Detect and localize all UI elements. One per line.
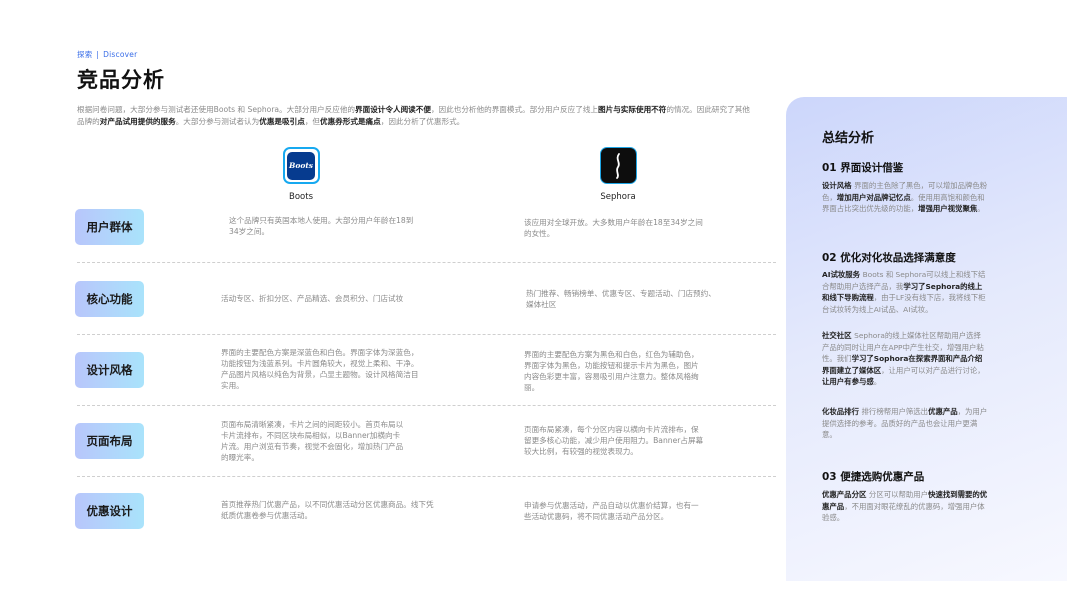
body-text: ，因此也分析他的界面模式。部分用户反应了线上 [430,105,599,114]
brand-sephora: Sephora [578,147,658,202]
page-title: 竞品分析 [77,68,165,92]
summary-heading-2: 02 优化对化妆品选择满意度 [822,252,956,264]
summary-paragraph: AI试妆服务 Boots 和 Sephora可以线上和线下结合帮助用户选择产品，… [822,269,988,315]
row-label-core-features: 核心功能 [75,281,144,317]
cell-sephora-page-layout: 页面布局紧凑，每个分区内容以横向卡片流排布，保 留更多核心功能，减少用户使用阻力。… [524,425,704,456]
body-text: 。大部分参与测试者认为 [175,117,260,126]
row-divider [77,476,776,477]
row-divider [77,405,776,406]
body-text: 分区可以帮助用户 [868,490,929,499]
summary-heading-3: 03 便捷选购优惠产品 [822,471,925,483]
highlight-text: 设计风格 [822,181,855,190]
brand-name-sephora: Sephora [600,192,636,202]
body-text: ，因此分析了优惠形式。 [380,117,465,126]
breadcrumb-separator: | [96,50,100,59]
sephora-logo-icon [599,147,637,184]
breadcrumb: 探索 | Discover [77,49,137,60]
highlight-text: 界面设计令人阅读不便 [355,105,431,114]
highlight-text: 增强用户视觉聚焦 [918,204,978,213]
highlight-text: 社交社区 [822,331,855,340]
row-label-user-group: 用户群体 [75,209,144,245]
highlight-text: 化妆品排行 [822,407,862,416]
cell-sephora-discount-design: 申请参与优惠活动，产品自动以优惠价结算，也有一 些活动优惠码，将不同优惠活动产品分… [524,501,699,521]
row-label-discount-design: 优惠设计 [75,493,144,529]
highlight-text: 优惠产品 [928,407,958,416]
cell-boots-discount-design: 首页推荐热门优惠产品，以不同优惠活动分区优惠商品。线下凭 纸质优惠卷参与优惠活动。 [221,500,434,520]
summary-paragraph: 优惠产品分区 分区可以帮助用户快速找到需要的优惠产品，不用面对眼花缭乱的优惠码，… [822,489,988,524]
body-text: 。 [873,377,882,386]
highlight-text: 优惠产品分区 [822,490,869,499]
body-text: ，让用户可以对产品进行讨论， [881,365,985,375]
row-label-page-layout: 页面布局 [75,423,144,459]
breadcrumb-en: Discover [103,50,138,59]
highlight-text: 对产品试用提供的服务 [99,117,176,126]
body-text: 。 [977,204,985,213]
cell-boots-design-style: 界面的主要配色方案是深蓝色和白色。界面字体为深蓝色， 功能按钮为浅蓝系列。卡片圆角… [221,348,419,390]
brand-boots: Boots Boots [261,147,341,202]
highlight-text: AI试妆服务 [822,270,863,279]
boots-logo-icon: Boots [282,147,320,184]
summary-paragraph: 化妆品排行 排行榜帮用户筛选出优惠产品，为用户提供选择的参考。品质好的产品也会让… [822,406,988,441]
highlight-text: 优惠券形式是痛点 [320,117,381,126]
highlight-text: 优惠是吸引点 [259,117,305,126]
highlight-text: 图片与实际使用不符 [598,105,667,114]
summary-title: 总结分析 [822,131,875,146]
body-text: ，但 [304,117,320,126]
cell-boots-page-layout: 页面布局清晰紧凑，卡片之间的间距较小。首页布局以 卡片流排布，不同区块布局相似，以… [221,420,404,462]
breadcrumb-cn: 探索 [77,50,93,59]
summary-heading-1: 01 界面设计借鉴 [822,162,904,174]
body-text: ，不用面对眼花缭乱的优惠码，增强用户体验感。 [822,501,985,523]
row-divider [77,262,776,263]
summary-paragraph: 社交社区 Sephora的线上媒体社区帮助用户选择产品的同时让用户在APP中产生… [822,330,988,388]
highlight-text: 增加用户对品牌记忆点 [836,192,911,202]
cell-sephora-design-style: 界面的主要配色方案为黑色和白色，红色为辅助色， 界面字体为黑色，功能按钮和提示卡片… [524,350,699,392]
body-text: 根据问卷问题，大部分参与测试者还使用Boots 和 Sephora。大部分用户反… [77,105,356,114]
summary-paragraph: 设计风格 界面的主色除了黑色，可以增加品牌色粉色，增加用户对品牌记忆点。使用用高… [822,180,988,215]
highlight-text: 让用户有参与感 [822,377,874,386]
body-text: 排行榜帮用户筛选出 [861,407,929,416]
cell-boots-core-features: 活动专区、折扣分区、产品精选、会员积分、门店试妆 [221,294,404,303]
row-label-design-style: 设计风格 [75,352,144,388]
cell-sephora-user-group: 该应用对全球开放。大多数用户年龄在18至34岁之间 的女性。 [524,218,703,238]
cell-sephora-core-features: 热门推荐、畅销榜单、优惠专区、专题活动、门店预约、 媒体社区 [526,289,716,309]
brand-name-boots: Boots [289,192,313,202]
boots-logo-text: Boots [288,161,314,170]
intro-paragraph: 根据问卷问题，大部分参与测试者还使用Boots 和 Sephora。大部分用户反… [77,104,752,128]
cell-boots-user-group: 这个品牌只有英国本地人使用。大部分用户年龄在18到 34岁之间。 [229,216,414,236]
row-divider [77,334,776,335]
